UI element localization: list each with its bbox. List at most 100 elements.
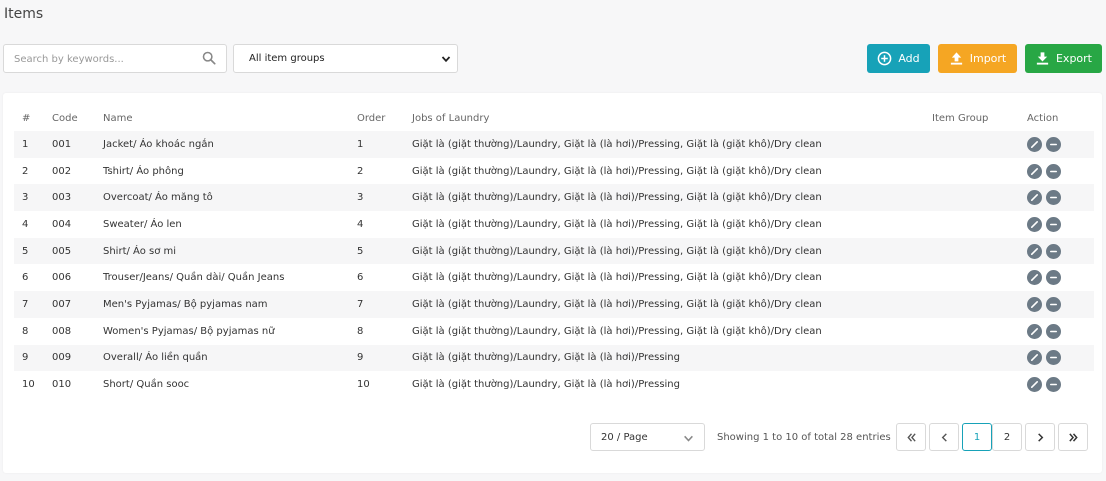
pencil-icon [1030,354,1039,362]
cell-action [1027,371,1094,398]
table-row: 2 002 Tshirt/ Áo phông 2 Giặt là (giặt thườn… [14,158,1094,185]
cell-item-group [932,158,1027,185]
delete-button[interactable] [1046,323,1061,339]
cell-code: 007 [52,298,72,310]
delete-button[interactable] [1046,377,1061,393]
delete-button[interactable] [1046,270,1061,286]
first-page-button[interactable] [896,423,926,451]
chevron-down-icon [684,435,693,442]
page-size-select[interactable]: 20 / Page [590,423,705,451]
cell-num: 8 [22,325,29,337]
double-chevron-right-icon [1068,432,1078,442]
row-actions [1027,136,1061,152]
delete-button[interactable] [1046,243,1061,259]
pencil-icon [1030,327,1039,335]
row-actions [1027,270,1061,286]
search-box[interactable] [3,44,227,74]
table-row: 10 010 Short/ Quần sooc 10 Giặt là (giặt thư… [14,371,1094,398]
header-code: Code [52,112,78,124]
cell-action [1027,345,1094,372]
minus-circle-icon [1049,383,1058,386]
cell-order: 7 [357,298,364,310]
row-actions [1027,377,1061,393]
minus-circle-icon [1049,303,1058,306]
edit-button[interactable] [1027,216,1042,232]
cell-action [1027,238,1094,265]
delete-button[interactable] [1046,163,1061,179]
edit-button[interactable] [1027,136,1042,152]
cell-jobs: Giặt là (giặt thường)/Laundry, Giặt là (… [412,138,822,150]
search-input[interactable] [12,45,196,74]
delete-button[interactable] [1046,216,1061,232]
edit-button[interactable] [1027,190,1042,206]
cell-item-group [932,345,1027,372]
row-actions [1027,163,1061,179]
page-button-1[interactable]: 1 [962,423,992,451]
pencil-icon [1030,274,1039,282]
cell-order: 5 [357,245,364,257]
header-num: # [22,112,31,124]
edit-button[interactable] [1027,296,1042,312]
edit-button[interactable] [1027,270,1042,286]
minus-circle-icon [1049,223,1058,226]
cell-code: 003 [52,192,72,204]
pencil-icon [1030,167,1039,175]
edit-button[interactable] [1027,323,1042,339]
cell-code: 002 [52,165,72,177]
items-card: # Code Name Order Jobs of Laundry Item G… [3,93,1102,473]
cell-num: 6 [22,272,29,284]
delete-button[interactable] [1046,350,1061,366]
pencil-icon [1030,247,1039,255]
add-button-label: Add [898,52,920,65]
cell-item-group [932,238,1027,265]
pencil-icon [1030,220,1039,228]
table-row: 6 006 Trouser/Jeans/ Quần dài/ Quần Jeans 6… [14,264,1094,291]
cell-name: Jacket/ Áo khoác ngắn [103,138,214,150]
cell-order: 4 [357,218,364,230]
edit-button[interactable] [1027,377,1042,393]
cell-code: 010 [52,379,72,391]
page-button-2[interactable]: 2 [992,423,1022,451]
cell-item-group [932,131,1027,158]
minus-circle-icon [1049,250,1058,252]
download-icon [1036,52,1049,65]
row-actions [1027,296,1061,312]
edit-button[interactable] [1027,163,1042,179]
add-button[interactable]: Add [867,44,930,73]
cell-num: 1 [22,138,29,150]
row-actions [1027,323,1061,339]
page-title: Items [4,6,44,22]
cell-jobs: Giặt là (giặt thường)/Laundry, Giặt là (… [412,325,822,337]
cell-action [1027,211,1094,238]
next-page-button[interactable] [1025,423,1055,451]
table-row: 9 009 Overall/ Áo liền quần 9 Giặt là (giặt … [14,344,1094,372]
minus-circle-icon [1049,276,1058,279]
cell-order: 8 [357,325,364,337]
last-page-button[interactable] [1058,423,1088,451]
export-button[interactable]: Export [1025,44,1102,73]
cell-num: 3 [22,192,29,204]
prev-page-button[interactable] [929,423,959,451]
cell-action [1027,131,1094,158]
delete-button[interactable] [1046,190,1061,206]
search-icon[interactable] [202,51,216,65]
row-actions [1027,243,1061,259]
pencil-icon [1030,140,1039,148]
cell-item-group [932,291,1027,318]
cell-num: 5 [22,245,29,257]
cell-jobs: Giặt là (giặt thường)/Laundry, Giặt là (… [412,165,822,177]
table-row: 4 004 Sweater/ Áo len 4 Giặt là (giặt thường… [14,211,1094,238]
cell-code: 006 [52,272,72,284]
cell-action [1027,184,1094,211]
delete-button[interactable] [1046,296,1061,312]
table-row: 5 005 Shirt/ Áo sơ mi 5 Giặt là (giặt thường… [14,237,1094,265]
edit-button[interactable] [1027,350,1042,366]
cell-jobs: Giặt là (giặt thường)/Laundry, Giặt là (… [412,272,822,284]
cell-action [1027,158,1094,185]
delete-button[interactable] [1046,136,1061,152]
import-button[interactable]: Import [938,44,1017,73]
item-group-select[interactable]: All item groups [233,44,458,73]
edit-button[interactable] [1027,243,1042,259]
cell-action [1027,264,1094,291]
cell-code: 001 [52,138,72,150]
